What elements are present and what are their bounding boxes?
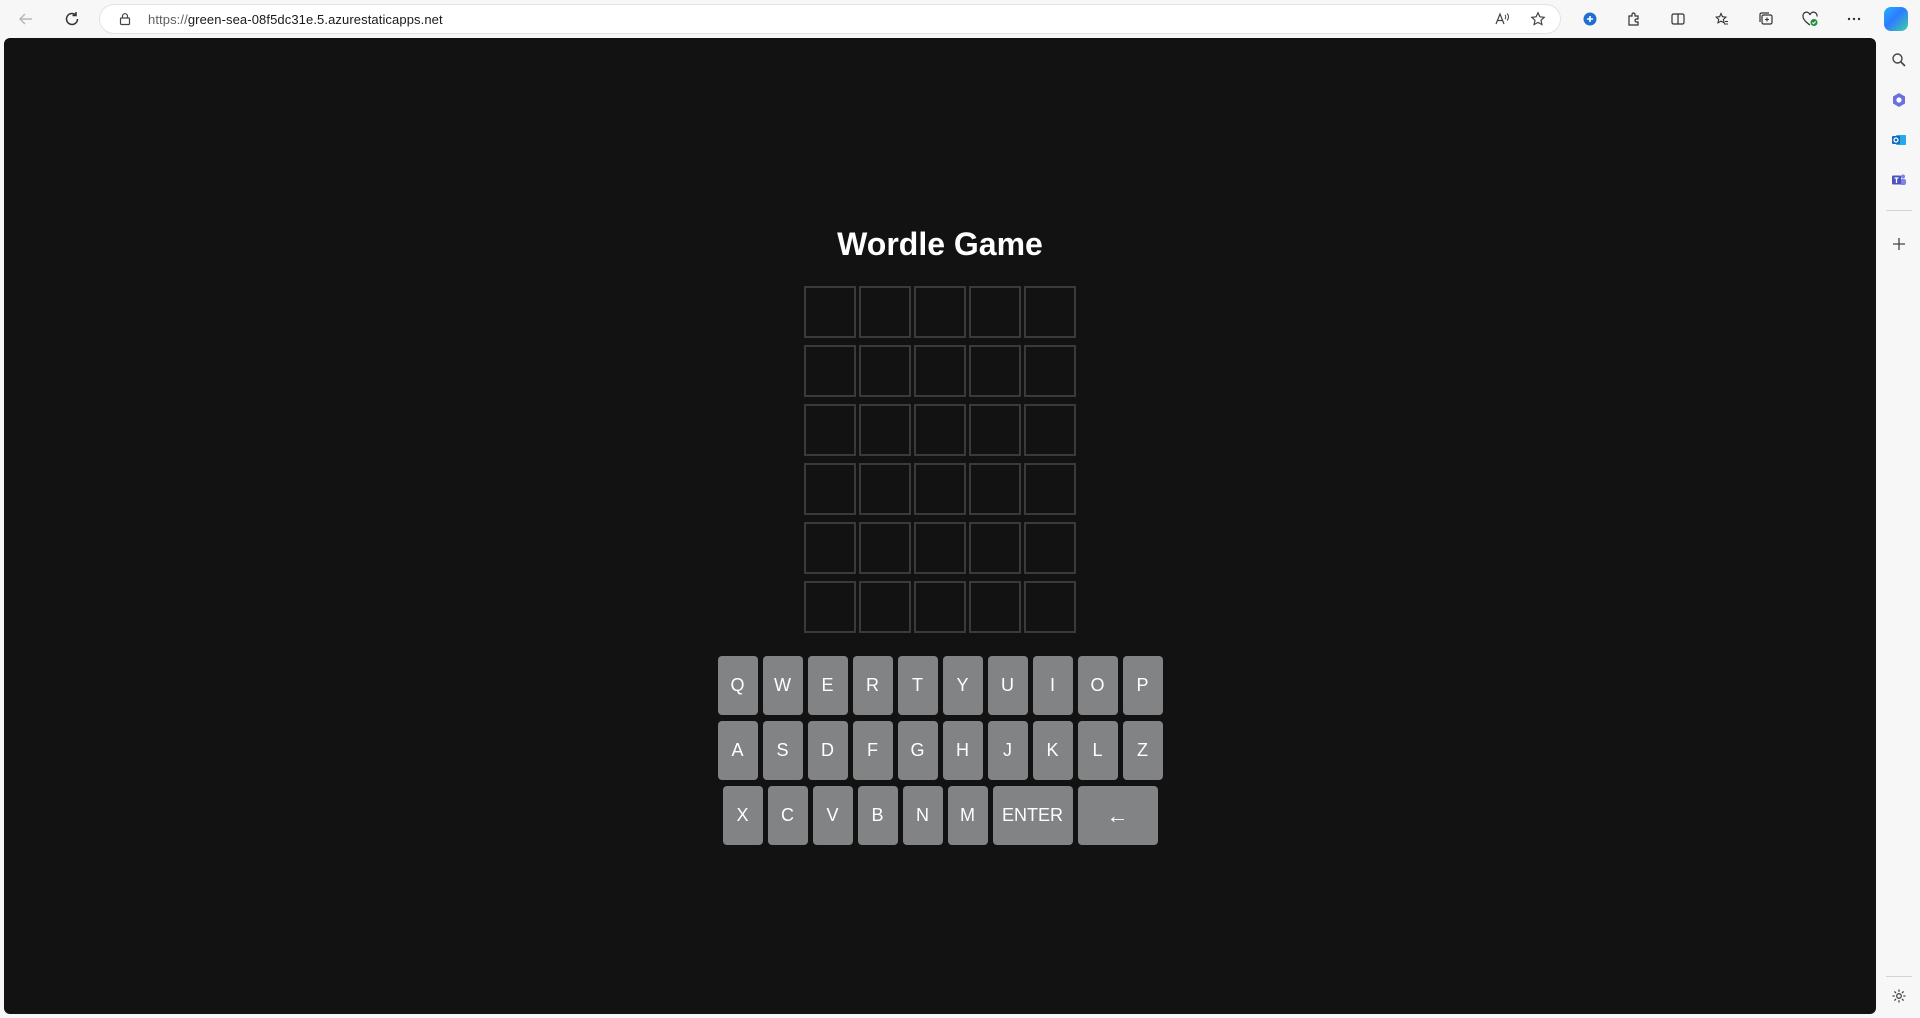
board-tile: [1024, 286, 1076, 338]
search-icon[interactable]: [1887, 48, 1911, 72]
read-aloud-icon[interactable]: [1492, 9, 1512, 29]
keyboard-row: X C V B N M ENTER ←: [4, 786, 1876, 845]
board-tile: [859, 286, 911, 338]
key-l[interactable]: L: [1077, 721, 1118, 780]
page-viewport: Wordle Game Q W E R T Y U I O P A S D F G H J K L Z X C V B N M EN…: [4, 38, 1876, 1014]
key-s[interactable]: S: [762, 721, 803, 780]
board-tile: [969, 404, 1021, 456]
board-tile: [969, 286, 1021, 338]
browser-essentials-icon[interactable]: [1792, 1, 1828, 37]
game-title: Wordle Game: [837, 226, 1043, 262]
outlook-icon[interactable]: [1887, 128, 1911, 152]
key-a[interactable]: A: [717, 721, 758, 780]
more-icon[interactable]: [1836, 1, 1872, 37]
board-tile: [859, 404, 911, 456]
board-tile: [859, 463, 911, 515]
sidebar-divider: [1886, 210, 1912, 211]
key-p[interactable]: P: [1122, 656, 1163, 715]
key-k[interactable]: K: [1032, 721, 1073, 780]
key-t[interactable]: T: [897, 656, 938, 715]
board-tile: [1024, 345, 1076, 397]
puzzle-icon[interactable]: [1616, 1, 1652, 37]
browser-toolbar: https://green-sea-08f5dc31e.5.azurestati…: [0, 0, 1920, 38]
key-n[interactable]: N: [902, 786, 943, 845]
add-icon[interactable]: [1887, 232, 1911, 256]
key-q[interactable]: Q: [717, 656, 758, 715]
arrow-left-icon: [18, 13, 32, 25]
key-w[interactable]: W: [762, 656, 803, 715]
board-tile: [969, 345, 1021, 397]
board-tile: [804, 522, 856, 574]
on-screen-keyboard: Q W E R T Y U I O P A S D F G H J K L Z X C V B N M ENTER ←: [4, 656, 1876, 851]
key-f[interactable]: F: [852, 721, 893, 780]
board-tile: [969, 581, 1021, 633]
key-o[interactable]: O: [1077, 656, 1118, 715]
key-h[interactable]: H: [942, 721, 983, 780]
key-b[interactable]: B: [857, 786, 898, 845]
key-v[interactable]: V: [812, 786, 853, 845]
favorites-icon[interactable]: [1704, 1, 1740, 37]
url-text: https://green-sea-08f5dc31e.5.azurestati…: [148, 12, 443, 27]
board-tile: [859, 581, 911, 633]
key-g[interactable]: G: [897, 721, 938, 780]
settings-icon[interactable]: [1887, 984, 1911, 1008]
backspace-key[interactable]: ←: [1077, 786, 1158, 845]
keyboard-row: ASDFGHJKLZ: [4, 721, 1876, 780]
key-y[interactable]: Y: [942, 656, 983, 715]
url-host: green-sea-08f5dc31e.5.azurestaticapps.ne…: [187, 11, 443, 27]
board-tile: [969, 522, 1021, 574]
board-tile: [1024, 581, 1076, 633]
copilot-sidebar-icon[interactable]: [1887, 88, 1911, 112]
back-button[interactable]: [8, 1, 44, 37]
board-tile: [914, 286, 966, 338]
board-tile: [804, 463, 856, 515]
board-tile: [1024, 463, 1076, 515]
collections-icon[interactable]: [1748, 1, 1784, 37]
key-c[interactable]: C: [767, 786, 808, 845]
board-tile: [914, 345, 966, 397]
key-z[interactable]: Z: [1122, 721, 1163, 780]
board-tile: [914, 404, 966, 456]
game-board: [804, 286, 1080, 633]
board-tile: [804, 286, 856, 338]
extension-icon[interactable]: [1572, 1, 1608, 37]
board-tile: [804, 404, 856, 456]
refresh-icon: [65, 12, 79, 26]
split-screen-icon[interactable]: [1660, 1, 1696, 37]
lock-icon[interactable]: [116, 10, 134, 28]
key-j[interactable]: J: [987, 721, 1028, 780]
board-tile: [804, 581, 856, 633]
key-u[interactable]: U: [987, 656, 1028, 715]
key-i[interactable]: I: [1032, 656, 1073, 715]
board-tile: [1024, 404, 1076, 456]
board-tile: [914, 522, 966, 574]
key-e[interactable]: E: [807, 656, 848, 715]
toolbar-icons: [1572, 0, 1872, 38]
board-tile: [804, 345, 856, 397]
star-icon[interactable]: [1528, 9, 1548, 29]
enter-key[interactable]: ENTER: [992, 786, 1073, 845]
url-scheme: https://: [148, 11, 188, 27]
keyboard-row: QWERTYUIOP: [4, 656, 1876, 715]
teams-icon[interactable]: [1887, 168, 1911, 192]
address-bar[interactable]: https://green-sea-08f5dc31e.5.azurestati…: [100, 5, 1560, 33]
board-tile: [969, 463, 1021, 515]
key-x[interactable]: X: [722, 786, 763, 845]
key-m[interactable]: M: [947, 786, 988, 845]
key-r[interactable]: R: [852, 656, 893, 715]
key-d[interactable]: D: [807, 721, 848, 780]
board-tile: [914, 463, 966, 515]
board-tile: [914, 581, 966, 633]
browser-sidebar: [1878, 38, 1920, 1018]
sidebar-divider-bottom: [1886, 976, 1912, 977]
board-tile: [859, 345, 911, 397]
board-tile: [1024, 522, 1076, 574]
refresh-button[interactable]: [54, 1, 90, 37]
board-tile: [859, 522, 911, 574]
copilot-icon[interactable]: [1884, 7, 1908, 31]
